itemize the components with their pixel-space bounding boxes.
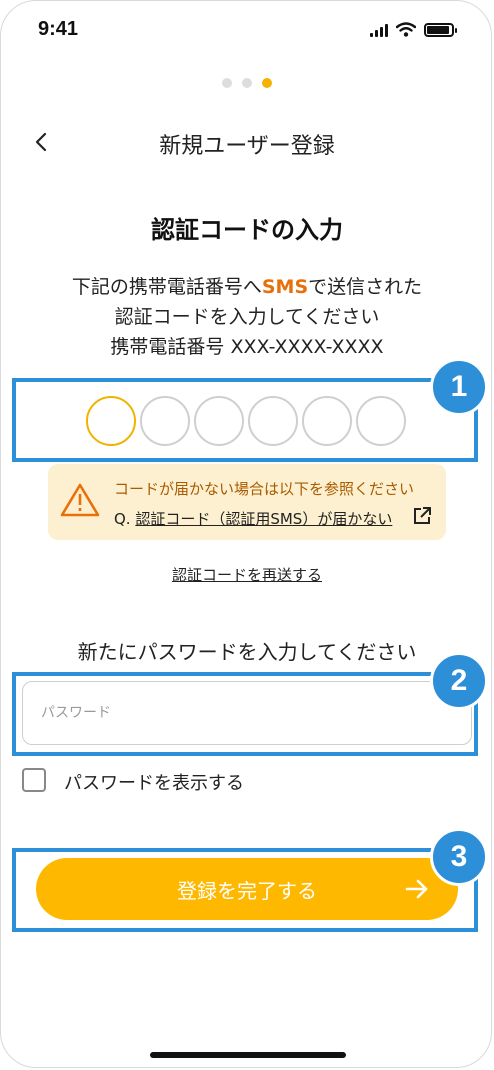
notice-message: コードが届かない場合は以下を参照ください: [114, 480, 415, 498]
badge-3: 3: [430, 828, 488, 886]
code-digit-6[interactable]: [356, 396, 406, 446]
code-digit-4[interactable]: [248, 396, 298, 446]
complete-registration-button[interactable]: 登録を完了する: [36, 858, 458, 920]
password-heading: 新たにパスワードを入力してください: [77, 640, 417, 664]
status-time: 9:41: [38, 18, 79, 40]
code-digit-2[interactable]: [140, 396, 190, 446]
battery-icon: [424, 22, 457, 37]
step-dot-1: [222, 78, 232, 88]
phone-number-line: 携帯電話番号 XXX-XXXX-XXXX: [110, 336, 384, 358]
notice-box: コードが届かない場合は以下を参照ください Q. 認証コード（認証用SMS）が届か…: [48, 464, 446, 540]
badge-1: 1: [430, 358, 488, 416]
warning-icon: [60, 483, 100, 517]
page-title: 認証コードの入力: [151, 216, 343, 244]
submit-label: 登録を完了する: [177, 878, 317, 903]
header-title: 新規ユーザー登録: [159, 134, 335, 159]
status-icons: [370, 22, 457, 37]
page-description: 下記の携帯電話番号へSMSで送信された 認証コードを入力してください 携帯電話番…: [0, 272, 494, 362]
faq-link[interactable]: 認証コード（認証用SMS）が届かない: [135, 510, 392, 528]
back-chevron-icon[interactable]: [30, 128, 54, 156]
signal-icon: [370, 23, 388, 37]
step-dot-3-active: [262, 78, 272, 88]
step-indicator: [0, 78, 494, 88]
description-line-1: 下記の携帯電話番号へSMSで送信された: [71, 276, 423, 298]
badge-2: 2: [430, 652, 488, 710]
code-digit-3[interactable]: [194, 396, 244, 446]
step-dot-2: [242, 78, 252, 88]
code-digit-5[interactable]: [302, 396, 352, 446]
description-line-2: 認証コードを入力してください: [114, 306, 380, 328]
faq-link-row[interactable]: Q. 認証コード（認証用SMS）が届かない: [114, 508, 392, 529]
wifi-icon: [396, 22, 416, 37]
code-input-row[interactable]: [86, 396, 406, 446]
code-digit-1[interactable]: [86, 396, 136, 446]
external-link-icon[interactable]: [412, 506, 432, 526]
home-indicator: [150, 1052, 346, 1058]
show-password-checkbox[interactable]: [22, 768, 46, 792]
sms-highlight: SMS: [261, 276, 309, 298]
show-password-label[interactable]: パスワードを表示する: [64, 769, 244, 795]
password-input[interactable]: [22, 681, 472, 745]
resend-code-link[interactable]: 認証コードを再送する: [0, 564, 494, 585]
arrow-right-icon: [405, 879, 428, 899]
